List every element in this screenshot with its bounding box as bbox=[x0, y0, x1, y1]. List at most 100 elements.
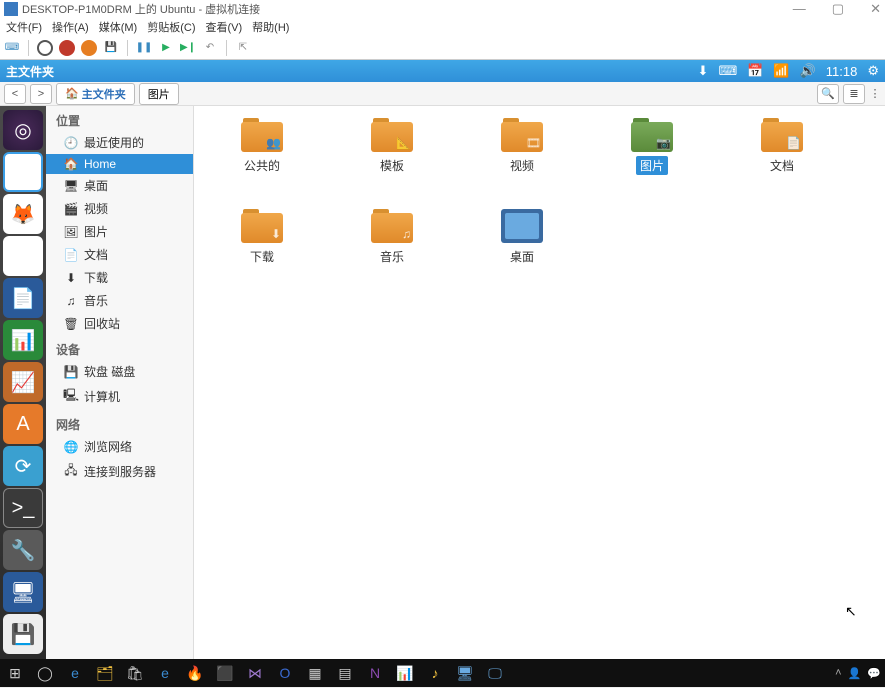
taskbar-tray: ˄ 👤 💬 bbox=[835, 667, 881, 680]
folder-templates[interactable]: 📐模板 bbox=[362, 118, 422, 175]
tb-shutdown-icon[interactable] bbox=[81, 40, 97, 56]
folder-label: 音乐 bbox=[376, 247, 408, 266]
tray-people-icon[interactable]: 👤 bbox=[848, 667, 862, 680]
launcher-chromium[interactable]: ◯ bbox=[3, 236, 43, 276]
cortana-icon[interactable]: ◯ bbox=[34, 662, 56, 684]
folder-icon: 📷 bbox=[631, 118, 673, 152]
gear-icon[interactable]: ⚙ bbox=[867, 63, 879, 79]
vs-icon[interactable]: ⋈ bbox=[244, 662, 266, 684]
launcher-ubuntu-dash[interactable]: ◎ bbox=[3, 110, 43, 150]
tb-revert-icon[interactable]: ↶ bbox=[202, 40, 218, 56]
edge-icon[interactable]: e bbox=[64, 662, 86, 684]
app-icon-6[interactable]: ♪ bbox=[424, 662, 446, 684]
sidebar-item-trash[interactable]: 🗑 回收站 bbox=[46, 312, 193, 335]
ie-icon[interactable]: e bbox=[154, 662, 176, 684]
view-list-button[interactable]: ≣ bbox=[843, 84, 865, 104]
forward-button[interactable]: > bbox=[30, 84, 52, 104]
tb-start-icon[interactable] bbox=[37, 40, 53, 56]
tray-notif-icon[interactable]: 💬 bbox=[867, 667, 881, 680]
sidebar-item-connect-server[interactable]: 🖧连接到服务器 bbox=[46, 458, 193, 485]
calendar-icon[interactable]: 📅 bbox=[747, 63, 763, 79]
hyperv-icon[interactable]: 🖥 bbox=[454, 662, 476, 684]
app-icon-4[interactable]: ▤ bbox=[334, 662, 356, 684]
folder-desktop-folder[interactable]: 桌面 bbox=[492, 209, 552, 266]
menu-clipboard[interactable]: 剪贴板(C) bbox=[147, 19, 195, 35]
path-segment-pictures[interactable]: 图片 bbox=[139, 83, 179, 105]
app-icon-2[interactable]: ⬛ bbox=[214, 662, 236, 684]
folder-videos[interactable]: 🎞视频 bbox=[492, 118, 552, 175]
start-button[interactable]: ⊞ bbox=[4, 662, 26, 684]
launcher-save[interactable]: 💾 bbox=[3, 614, 43, 654]
wifi-icon[interactable]: 📶 bbox=[773, 63, 789, 79]
onenote-icon[interactable]: N bbox=[364, 662, 386, 684]
sidebar-item-music[interactable]: ♫音乐 bbox=[46, 289, 193, 312]
folder-public[interactable]: 👥公共的 bbox=[232, 118, 292, 175]
menu-help[interactable]: 帮助(H) bbox=[252, 19, 289, 35]
tb-turnoff-icon[interactable] bbox=[59, 40, 75, 56]
volume-icon[interactable]: 🔊 bbox=[800, 63, 816, 79]
sidebar-item-label: 回收站 bbox=[84, 315, 120, 332]
sidebar-item-documents[interactable]: 📄文档 bbox=[46, 243, 193, 266]
launcher-displays[interactable]: 🖥 bbox=[3, 572, 43, 612]
path-home[interactable]: 🏠 主文件夹 bbox=[56, 83, 135, 105]
sidebar-item-recent[interactable]: 🕘最近使用的 bbox=[46, 131, 193, 154]
menu-view[interactable]: 查看(V) bbox=[206, 19, 243, 35]
sidebar-item-browse-network[interactable]: 🌐浏览网络 bbox=[46, 435, 193, 458]
content-area[interactable]: 👥公共的 📐模板 🎞视频 📷图片 📄文档 ⬇下载 ♫音乐 桌面 bbox=[194, 106, 885, 674]
sidebar-item-computer[interactable]: 🖳计算机 bbox=[46, 383, 193, 410]
window-title: 主文件夹 bbox=[6, 63, 54, 80]
sidebar-item-videos[interactable]: 🎬视频 bbox=[46, 197, 193, 220]
launcher-firefox[interactable]: 🦊 bbox=[3, 194, 43, 234]
sidebar-item-desktop[interactable]: 🖥桌面 bbox=[46, 174, 193, 197]
menu-media[interactable]: 媒体(M) bbox=[99, 19, 138, 35]
sidebar-item-downloads[interactable]: ⬇下载 bbox=[46, 266, 193, 289]
tb-share-icon[interactable]: ⇱ bbox=[235, 40, 251, 56]
clock[interactable]: 11:18 bbox=[826, 64, 858, 79]
menu-action[interactable]: 操作(A) bbox=[52, 19, 89, 35]
menu-file[interactable]: 文件(F) bbox=[6, 19, 42, 35]
keyboard-icon[interactable]: ⌨ bbox=[718, 63, 737, 79]
launcher-software[interactable]: A bbox=[3, 404, 43, 444]
launcher-calc[interactable]: 📊 bbox=[3, 320, 43, 360]
tb-pause-icon[interactable]: ❚❚ bbox=[136, 40, 152, 56]
sidebar-item-home[interactable]: 🏠Home bbox=[46, 154, 193, 174]
folder-music[interactable]: ♫音乐 bbox=[362, 209, 422, 266]
launcher-terminal[interactable]: >_ bbox=[3, 488, 43, 528]
launcher-files[interactable]: 🗂 bbox=[3, 152, 43, 192]
launcher-impress[interactable]: 📈 bbox=[3, 362, 43, 402]
maximize-button[interactable]: ▢ bbox=[832, 1, 844, 17]
vm-icon bbox=[4, 2, 18, 16]
desktop-icon: 🖥 bbox=[64, 179, 78, 193]
outlook-icon[interactable]: O bbox=[274, 662, 296, 684]
explorer-icon[interactable]: 🗂 bbox=[94, 662, 116, 684]
launcher-tools[interactable]: 🔧 bbox=[3, 530, 43, 570]
app-icon-3[interactable]: ▦ bbox=[304, 662, 326, 684]
trash-icon: 🗑 bbox=[64, 317, 78, 331]
folder-overlay-icon: 🎞 bbox=[526, 136, 541, 150]
vm-connect-icon[interactable]: 🖵 bbox=[484, 662, 506, 684]
launcher-writer[interactable]: 📄 bbox=[3, 278, 43, 318]
sidebar-item-floppy[interactable]: 💾软盘 磁盘 bbox=[46, 360, 193, 383]
minimize-button[interactable]: — bbox=[793, 1, 806, 17]
sidebar-item-label: 图片 bbox=[84, 223, 108, 240]
tray-up-icon[interactable]: ˄ bbox=[835, 667, 841, 679]
close-button[interactable]: ✕ bbox=[870, 1, 881, 17]
sidebar-item-pictures[interactable]: 🖼图片 bbox=[46, 220, 193, 243]
store-icon[interactable]: 🛍 bbox=[124, 662, 146, 684]
sidebar: 位置🕘最近使用的🏠Home🖥桌面🎬视频🖼图片📄文档⬇下载♫音乐🗑回收站设备💾软盘… bbox=[46, 106, 194, 674]
search-button[interactable]: 🔍 bbox=[817, 84, 839, 104]
app-icon-5[interactable]: 📊 bbox=[394, 662, 416, 684]
folder-downloads[interactable]: ⬇下载 bbox=[232, 209, 292, 266]
app-icon-1[interactable]: 🔥 bbox=[184, 662, 206, 684]
folder-pictures[interactable]: 📷图片 bbox=[622, 118, 682, 175]
back-button[interactable]: < bbox=[4, 84, 26, 104]
folder-documents[interactable]: 📄文档 bbox=[752, 118, 812, 175]
tb-reset-icon[interactable]: ▶ bbox=[158, 40, 174, 56]
documents-icon: 📄 bbox=[64, 248, 78, 262]
view-menu-button[interactable]: ⋮ bbox=[869, 84, 881, 104]
tb-checkpoint-icon[interactable]: ▶❙ bbox=[180, 40, 196, 56]
launcher-updater[interactable]: ⟳ bbox=[3, 446, 43, 486]
tb-ctrl-alt-del-icon[interactable]: ⌨ bbox=[4, 40, 20, 56]
download-icon[interactable]: ⬇ bbox=[698, 63, 709, 79]
tb-save-icon[interactable]: 💾 bbox=[103, 40, 119, 56]
